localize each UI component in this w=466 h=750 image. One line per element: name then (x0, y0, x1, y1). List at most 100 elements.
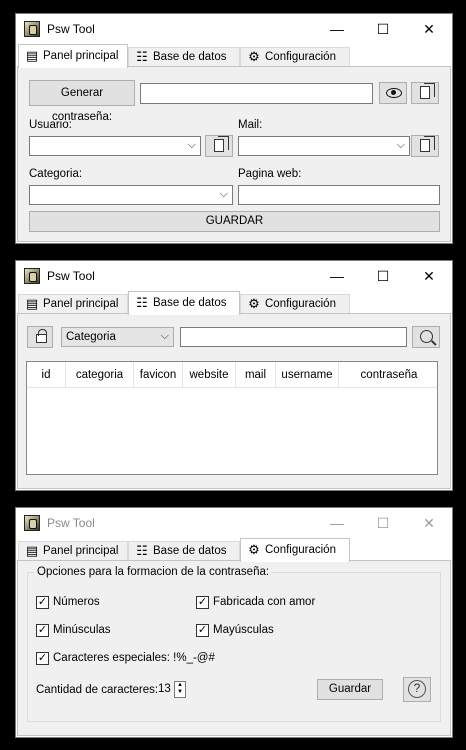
title-bar[interactable]: Psw Tool — ☐ ✕ (16, 508, 452, 538)
copy-usuario-button[interactable] (205, 135, 233, 157)
copy-mail-button[interactable] (411, 135, 439, 157)
spinner-arrows-icon[interactable]: ▲ ▼ (174, 681, 186, 698)
tab-label: Panel principal (43, 298, 119, 310)
lock-button[interactable] (27, 326, 53, 348)
usuario-label: Usuario: (29, 119, 72, 131)
tab-configuracion[interactable]: ⚙ Configuración (240, 47, 350, 67)
minimize-button[interactable]: — (314, 14, 360, 44)
close-button[interactable]: ✕ (406, 14, 452, 44)
tab-label: Configuración (265, 544, 336, 556)
mail-label: Mail: (238, 119, 263, 131)
help-icon: ? (408, 680, 426, 698)
title-bar[interactable]: Psw Tool — ☐ ✕ (16, 261, 452, 291)
window-title: Psw Tool (47, 516, 95, 530)
checkbox-label: Mayúsculas (213, 624, 274, 636)
database-icon: ☷ (136, 543, 148, 558)
password-options-group: Opciones para la formacion de la contras… (27, 566, 441, 722)
window-configuracion: Psw Tool — ☐ ✕ ▤ Panel principal ☷ Base … (15, 507, 453, 738)
tab-panel-principal[interactable]: ▤ Panel principal (18, 44, 128, 68)
tab-label: Panel principal (43, 50, 119, 62)
mail-combo[interactable]: ⌵ (238, 136, 410, 156)
gear-icon: ⚙ (248, 542, 260, 557)
passwords-table[interactable]: id categoria favicon website mail userna… (26, 361, 438, 475)
checkbox-fabricada-con-amor[interactable]: ✓ Fabricada con amor (196, 596, 316, 609)
column-header[interactable]: categoria (66, 362, 134, 388)
panel-principal-content: Generar contraseña: Usuario: ⌵ Mail: ⌵ C… (17, 66, 451, 242)
generate-password-button[interactable]: Generar contraseña: (29, 80, 135, 123)
checkbox-numeros[interactable]: ✓ Números (36, 596, 100, 609)
tab-configuracion[interactable]: ⚙ Configuración (240, 294, 350, 314)
chevron-down-icon: ⌵ (219, 188, 228, 200)
window-title: Psw Tool (47, 269, 95, 283)
checkbox-check-icon: ✓ (36, 652, 49, 665)
chevron-down-icon: ⌵ (396, 139, 405, 151)
length-label: Cantidad de caracteres: (36, 684, 159, 696)
filter-combo[interactable]: Categoria ⌵ (61, 327, 174, 347)
length-value: 13 (158, 683, 171, 695)
tab-panel-principal[interactable]: ▤ Panel principal (18, 541, 128, 561)
tab-label: Panel principal (43, 545, 119, 557)
column-header[interactable]: username (276, 362, 339, 388)
categoria-label: Categoria: (29, 168, 83, 180)
checkbox-minusculas[interactable]: ✓ Minúsculas (36, 624, 111, 637)
search-input[interactable] (180, 327, 407, 347)
tab-label: Base de datos (153, 51, 227, 63)
guardar-button[interactable]: GUARDAR (29, 211, 440, 232)
group-title: Opciones para la formacion de la contras… (35, 566, 272, 578)
search-button[interactable] (412, 326, 440, 348)
minimize-button[interactable]: — (314, 508, 360, 538)
checkbox-mayusculas[interactable]: ✓ Mayúsculas (196, 624, 274, 637)
app-icon (24, 515, 40, 531)
help-button[interactable]: ? (403, 677, 431, 702)
database-icon: ☷ (136, 295, 148, 310)
tab-base-de-datos[interactable]: ☷ Base de datos (128, 541, 240, 561)
tab-base-de-datos[interactable]: ☷ Base de datos (128, 47, 240, 67)
gear-icon: ⚙ (248, 296, 260, 311)
tab-label: Base de datos (153, 297, 227, 309)
title-bar[interactable]: Psw Tool — ☐ ✕ (16, 14, 452, 44)
column-header[interactable]: contraseña (339, 362, 439, 388)
show-password-button[interactable] (379, 82, 407, 104)
checkbox-check-icon: ✓ (196, 596, 209, 609)
tab-configuracion[interactable]: ⚙ Configuración (240, 538, 350, 562)
filter-value: Categoria (66, 331, 116, 343)
close-button[interactable]: ✕ (406, 508, 452, 538)
length-spinner[interactable]: 13 ▲ ▼ (158, 681, 194, 699)
checkbox-caracteres-especiales[interactable]: ✓ Caracteres especiales: !%_-@# (36, 652, 215, 665)
tab-bar: ▤ Panel principal ☷ Base de datos ⚙ Conf… (16, 291, 452, 315)
checkbox-label: Fabricada con amor (213, 596, 316, 608)
column-header[interactable]: mail (236, 362, 276, 388)
usuario-combo[interactable]: ⌵ (29, 136, 201, 156)
search-icon (420, 330, 433, 343)
tab-panel-principal[interactable]: ▤ Panel principal (18, 294, 128, 314)
categoria-combo[interactable]: ⌵ (29, 185, 233, 205)
maximize-button[interactable]: ☐ (360, 14, 406, 44)
close-button[interactable]: ✕ (406, 261, 452, 291)
id-card-icon: ▤ (25, 296, 39, 311)
lock-icon (36, 329, 47, 343)
tab-label: Configuración (265, 51, 336, 63)
checkbox-label: Números (53, 596, 100, 608)
app-icon (24, 268, 40, 284)
id-card-icon: ▤ (25, 48, 39, 63)
copy-icon (214, 136, 229, 152)
pagina-web-field[interactable] (238, 185, 440, 205)
minimize-button[interactable]: — (314, 261, 360, 291)
chevron-down-icon: ⌵ (187, 139, 196, 151)
app-icon (24, 21, 40, 37)
maximize-button[interactable]: ☐ (360, 508, 406, 538)
column-header[interactable]: id (27, 362, 66, 388)
column-header[interactable]: website (183, 362, 236, 388)
tab-label: Base de datos (153, 545, 227, 557)
column-header[interactable]: favicon (134, 362, 183, 388)
copy-icon (420, 83, 435, 99)
tab-base-de-datos[interactable]: ☷ Base de datos (128, 291, 240, 315)
maximize-button[interactable]: ☐ (360, 261, 406, 291)
checkbox-check-icon: ✓ (36, 596, 49, 609)
guardar-config-button[interactable]: Guardar (317, 679, 383, 700)
password-field[interactable] (140, 83, 373, 104)
checkbox-label: Minúsculas (53, 624, 111, 636)
gear-icon: ⚙ (248, 49, 260, 64)
copy-password-button[interactable] (411, 82, 439, 104)
checkbox-check-icon: ✓ (196, 624, 209, 637)
